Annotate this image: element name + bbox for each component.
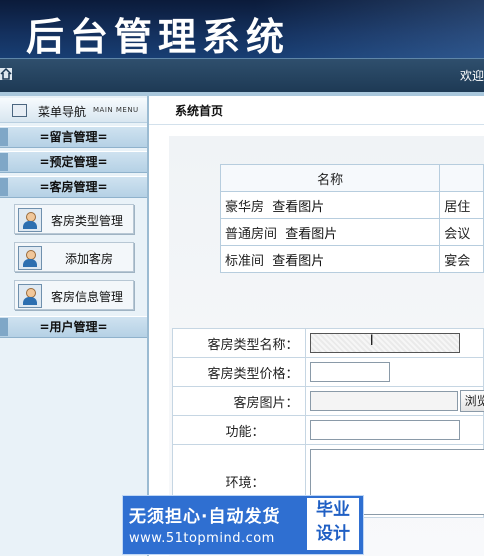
welcome-text: 欢迎 [459,69,484,83]
menu-title: 菜单导航 [38,105,87,119]
watermark-badge: 毕业 设计 [307,498,359,550]
group-marker-icon [0,128,8,146]
group-marker-icon [0,153,8,171]
form-row: 客房类型名称： I [172,328,484,358]
room-name-cell: 普通房间 查看图片 [219,218,441,246]
room-extra-cell: 居住 [439,191,484,219]
room-name: 普通房间 [225,226,278,242]
user-icon [18,284,42,308]
image-label: 客房图片： [172,386,306,416]
table-row: 豪华房 查看图片 居住 [219,191,484,219]
watermark-banner: 无须担心·自动发货 www.51topmind.com 毕业 设计 [122,495,364,555]
column-header-extra [439,164,484,192]
sidebar-group-label: =预定管理= [39,155,108,169]
watermark-line2: www.51topmind.com [129,531,275,546]
room-type-form: 客房类型名称： I 客房类型价格： 客房图片： 浏览 [172,328,484,518]
watermark-badge-line1: 毕业 [316,500,350,520]
sidebar-group-users[interactable]: =用户管理= [0,316,147,338]
room-name-cell: 标准间 查看图片 [219,245,441,273]
sidebar-item-room-info-management[interactable]: 客房信息管理 [14,280,134,310]
text-cursor-icon: I [369,333,374,349]
table-row: 标准间 查看图片 宴会 [219,245,484,273]
price-label: 客房类型价格： [172,357,306,387]
header-banner: 后台管理系统 [0,0,484,59]
form-row: 客房图片： 浏览 [172,386,484,416]
column-header-name: 名称 [219,164,441,192]
sidebar-group-label: =留言管理= [39,130,108,144]
menu-subtitle: MAIN MENU [93,106,139,114]
main-panel: 系统首页 名称 豪华房 查看图片 居住 普通房间 查看图片 会议 标准间 查看图… [149,96,484,556]
room-name: 标准间 [225,253,265,269]
sidebar-group-reservations[interactable]: =预定管理= [0,151,147,173]
room-extra-cell: 宴会 [439,245,484,273]
menu-header: 菜单导航 MAIN MENU [0,98,147,123]
sidebar-item-label: 客房信息管理 [51,290,124,304]
sidebar: 菜单导航 MAIN MENU =留言管理= =预定管理= =客房管理= 客房类型… [0,96,149,556]
group-marker-icon [0,178,8,196]
app-title: 后台管理系统 [26,14,291,59]
room-name-cell: 豪华房 查看图片 [219,191,441,219]
table-row: 普通房间 查看图片 会议 [219,218,484,246]
function-cell [304,415,484,445]
breadcrumb-home[interactable]: 系统首页 [175,102,223,119]
watermark-line1: 无须担心·自动发货 [129,507,281,527]
view-image-link[interactable]: 查看图片 [272,254,324,269]
function-label: 功能： [172,415,306,445]
top-bar: 欢迎 [0,58,484,93]
price-input[interactable] [309,362,390,382]
type-name-cell: I [304,328,484,358]
watermark-text-block: 无须担心·自动发货 www.51topmind.com [123,496,305,554]
home-icon[interactable] [0,68,12,80]
function-input[interactable] [309,420,460,440]
sidebar-group-label: =用户管理= [39,320,108,334]
user-icon [18,208,42,232]
group-marker-icon [0,318,8,336]
sidebar-group-rooms[interactable]: =客房管理= [0,176,147,198]
table-header-row: 名称 [219,164,484,192]
sidebar-item-label: 添加客房 [65,252,114,266]
type-name-input[interactable] [309,333,460,353]
content-area: 名称 豪华房 查看图片 居住 普通房间 查看图片 会议 标准间 查看图片 宴会 … [169,136,484,556]
room-name: 豪华房 [225,199,265,215]
browse-button[interactable]: 浏览 [459,390,484,412]
menu-icon [12,104,27,117]
view-image-link[interactable]: 查看图片 [272,200,324,215]
price-cell [304,357,484,387]
form-row: 客房类型价格： [172,357,484,387]
form-row: 功能： [172,415,484,445]
sidebar-group-label: =客房管理= [39,180,108,194]
view-image-link[interactable]: 查看图片 [285,227,337,242]
image-cell: 浏览 [304,386,484,416]
user-icon [18,246,42,270]
sidebar-item-label: 客房类型管理 [51,214,124,228]
sidebar-item-room-type-management[interactable]: 客房类型管理 [14,204,134,234]
breadcrumb: 系统首页 [149,96,484,125]
image-file-input[interactable] [309,391,458,411]
room-extra-cell: 会议 [439,218,484,246]
sidebar-group-messages[interactable]: =留言管理= [0,126,147,148]
sidebar-item-add-room[interactable]: 添加客房 [14,242,134,272]
room-table: 名称 豪华房 查看图片 居住 普通房间 查看图片 会议 标准间 查看图片 宴会 [219,164,484,273]
watermark-badge-line2: 设计 [316,524,350,544]
type-name-label: 客房类型名称： [172,328,306,358]
